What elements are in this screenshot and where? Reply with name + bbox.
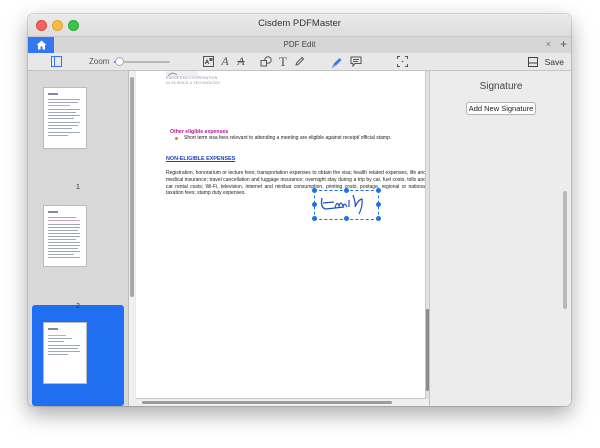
shape-icon[interactable] — [259, 55, 272, 68]
save-icon[interactable] — [527, 55, 538, 68]
page-thumbnail-2[interactable] — [44, 206, 86, 266]
window-title: Cisdem PDFMaster — [258, 18, 341, 29]
edit-text-image-icon[interactable] — [202, 55, 214, 68]
strikethrough-icon[interactable]: A — [235, 54, 247, 68]
pencil-icon[interactable] — [293, 55, 305, 68]
bullet-dot — [175, 137, 178, 140]
app-window: Cisdem PDFMaster PDF Edit × + Zoom A A T — [28, 14, 571, 406]
resize-handle[interactable] — [312, 216, 317, 221]
document-view: EUROPEAN COOPERATION IN SCIENCE & TECHNO… — [136, 71, 429, 406]
add-text-icon[interactable]: T — [277, 54, 289, 69]
resize-handle[interactable] — [312, 188, 317, 193]
resize-handle[interactable] — [376, 188, 381, 193]
body-paragraph: Registration, honorarium or lecture fees… — [166, 170, 425, 197]
bullet-text: Short term visa fees relevant to attendi… — [184, 135, 392, 141]
thumbnail-page-number: 2 — [76, 303, 80, 310]
tab-bar: PDF Edit × + — [28, 36, 571, 54]
signature-panel: Signature Add New Signature — [429, 71, 571, 406]
zoom-label: Zoom — [89, 57, 110, 66]
thumbnail-sidebar: 1 2 — [28, 71, 129, 406]
page-thumbnail-1[interactable] — [44, 88, 86, 148]
crop-icon[interactable] — [396, 55, 408, 68]
add-new-signature-button[interactable]: Add New Signature — [466, 102, 536, 115]
resize-handle[interactable] — [344, 216, 349, 221]
highlighter-icon[interactable] — [330, 55, 343, 68]
thumbnail-scrollbar[interactable] — [129, 71, 135, 406]
page-thumbnail-3[interactable] — [44, 323, 86, 383]
pdf-page: EUROPEAN COOPERATION IN SCIENCE & TECHNO… — [136, 71, 425, 398]
save-button[interactable]: Save — [545, 57, 564, 67]
resize-handle[interactable] — [376, 202, 381, 207]
document-horizontal-scrollbar[interactable] — [136, 399, 428, 406]
signature-panel-scrollbar[interactable] — [563, 191, 567, 309]
zoom-slider-knob[interactable] — [115, 57, 125, 66]
text-format-icon[interactable]: A — [219, 54, 231, 68]
document-tab[interactable]: PDF Edit — [28, 40, 571, 49]
signature-selection-box[interactable] — [312, 188, 381, 221]
resize-handle[interactable] — [344, 188, 349, 193]
title-bar: Cisdem PDFMaster — [28, 14, 571, 36]
resize-handle[interactable] — [312, 202, 317, 207]
logo-caption: EUROPEAN COOPERATION IN SCIENCE & TECHNO… — [166, 76, 221, 85]
thumbnail-page-number: 1 — [76, 184, 80, 191]
new-tab-button[interactable]: + — [560, 37, 567, 51]
signature-image — [320, 194, 363, 215]
signature-panel-title: Signature — [479, 81, 523, 92]
non-eligible-heading: NON-ELIGIBLE EXPENSES — [166, 156, 236, 162]
toolbar: Zoom A A T Save — [28, 53, 571, 71]
sidebar-toggle-icon[interactable] — [50, 55, 62, 68]
comment-icon[interactable] — [349, 55, 362, 68]
tab-close-button[interactable]: × — [546, 39, 551, 49]
resize-handle[interactable] — [376, 216, 381, 221]
